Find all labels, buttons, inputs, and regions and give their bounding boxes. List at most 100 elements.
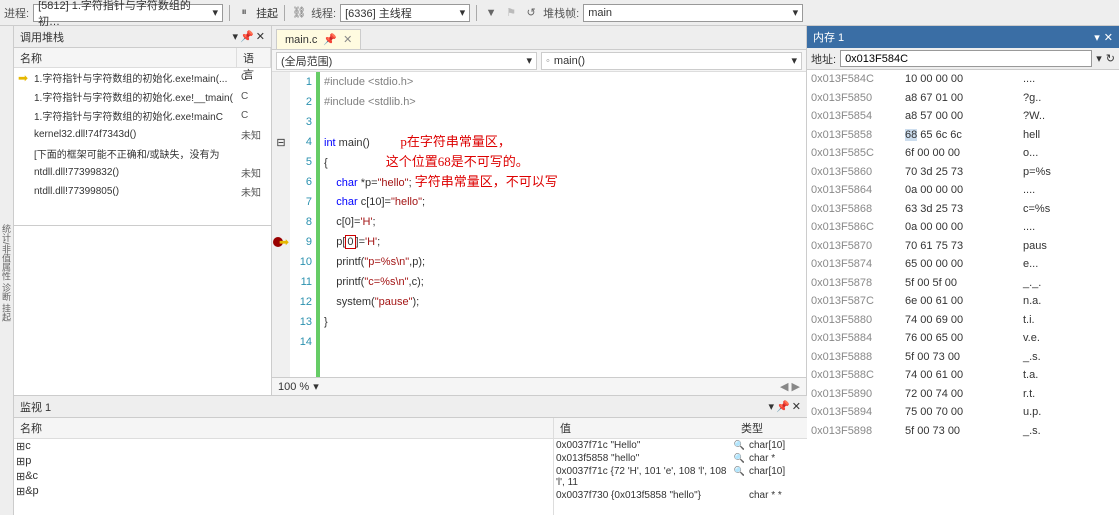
filter-icon[interactable]: ▼ xyxy=(483,5,499,21)
close-icon[interactable]: ✕ xyxy=(256,30,265,43)
thread-label: 线程: xyxy=(311,5,336,21)
memory-row[interactable]: 0x013F586070 3d 25 73p=%s xyxy=(807,163,1119,182)
code-line[interactable]: c[0]='H'; xyxy=(324,212,806,232)
code-line[interactable]: char *p="hello"; 字符串常量区，不可以写 xyxy=(324,172,806,192)
gutter-mark[interactable] xyxy=(272,252,290,272)
gutter-mark[interactable] xyxy=(272,272,290,292)
loop-icon[interactable]: ↺ xyxy=(523,5,539,21)
memory-row[interactable]: 0x013F587465 00 00 00e... xyxy=(807,255,1119,274)
col-name[interactable]: 名称 xyxy=(14,48,237,67)
watch-row[interactable]: ⊞&p xyxy=(14,484,553,499)
code-line[interactable]: p[0]='H'; xyxy=(324,232,806,252)
code-line[interactable]: char c[10]="hello"; xyxy=(324,192,806,212)
code-line[interactable] xyxy=(324,332,806,352)
memory-row[interactable]: 0x013F587C6e 00 61 00n.a. xyxy=(807,292,1119,311)
zoom-dropdown-icon[interactable]: ▾ xyxy=(313,380,319,393)
scope-global-combo[interactable]: (全局范围)▾ xyxy=(276,52,537,70)
watch-value-row[interactable]: 0x0037f730 {0x013f5858 "hello"}char * * xyxy=(554,489,807,502)
col-value[interactable]: 值 xyxy=(560,420,741,436)
callstack-row[interactable]: 1.字符指针与字符数组的初始化.exe!__tmain(C xyxy=(14,87,271,106)
col-lang[interactable]: 语言 xyxy=(237,48,271,67)
gutter-mark[interactable] xyxy=(272,72,290,92)
callstack-row[interactable]: kernel32.dll!74f7343d()未知 xyxy=(14,125,271,144)
memory-row[interactable]: 0x013F588476 00 65 00v.e. xyxy=(807,329,1119,348)
dropdown-icon[interactable]: ▾ xyxy=(1096,52,1102,65)
pause-icon[interactable]: ⏸ xyxy=(236,5,252,21)
pin-icon[interactable]: 📌 xyxy=(776,400,790,413)
memory-row[interactable]: 0x013F589072 00 74 00r.t. xyxy=(807,385,1119,404)
callstack-row[interactable]: ntdll.dll!77399832()未知 xyxy=(14,163,271,182)
memory-row[interactable]: 0x013F5850a8 67 01 00?g.. xyxy=(807,89,1119,108)
memory-row[interactable]: 0x013F586C0a 00 00 00.... xyxy=(807,218,1119,237)
tab-main-c[interactable]: main.c📌✕ xyxy=(276,29,361,49)
watch-row[interactable]: ⊞&c xyxy=(14,469,553,484)
gutter-mark[interactable] xyxy=(272,292,290,312)
side-tool-strip[interactable]: 统计/非值属性 诊断 挂起 xyxy=(0,26,14,515)
memory-row[interactable]: 0x013F587070 61 75 73paus xyxy=(807,237,1119,256)
code-line[interactable]: #include <stdlib.h> xyxy=(324,92,806,112)
watch-row[interactable]: ⊞c xyxy=(14,439,553,454)
callstack-row[interactable]: 1.字符指针与字符数组的初始化.exe!mainCC xyxy=(14,106,271,125)
memory-row[interactable]: 0x013F58885f 00 73 00_.s. xyxy=(807,348,1119,367)
gutter-mark[interactable] xyxy=(272,312,290,332)
memory-row[interactable]: 0x013F58640a 00 00 00.... xyxy=(807,181,1119,200)
memory-row[interactable]: 0x013F586863 3d 25 73c=%s xyxy=(807,200,1119,219)
watch-row[interactable]: ⊞p xyxy=(14,454,553,469)
code-line[interactable]: system("pause"); xyxy=(324,292,806,312)
callstack-row[interactable]: ntdll.dll!77399805()未知 xyxy=(14,182,271,201)
gutter-mark[interactable] xyxy=(272,212,290,232)
gutter-mark[interactable] xyxy=(272,112,290,132)
dropdown-icon[interactable]: ▾ xyxy=(769,400,775,413)
flag-icon[interactable]: ⚑ xyxy=(503,5,519,21)
memory-row[interactable]: 0x013F58785f 00 5f 00_._. xyxy=(807,274,1119,293)
code-line[interactable]: } xyxy=(324,312,806,332)
code-line[interactable]: printf("c=%s\n",c); xyxy=(324,272,806,292)
gutter-mark[interactable]: ⊟ xyxy=(272,132,290,152)
address-label: 地址: xyxy=(811,51,836,67)
stackframe-combo[interactable]: main▾ xyxy=(583,4,803,22)
code-line[interactable]: int main() p在字符串常量区， xyxy=(324,132,806,152)
callstack-row[interactable]: [下面的框架可能不正确和/或缺失，没有为 xyxy=(14,144,271,163)
code-line[interactable]: printf("p=%s\n",p); xyxy=(324,252,806,272)
memory-row[interactable]: 0x013F585C6f 00 00 00o... xyxy=(807,144,1119,163)
code-line[interactable]: #include <stdio.h> xyxy=(324,72,806,92)
watch-value-row[interactable]: 0x0037f71c {72 'H', 101 'e', 108 'l', 10… xyxy=(554,465,807,489)
gutter-mark[interactable] xyxy=(272,172,290,192)
memory-row[interactable]: 0x013F5854a8 57 00 00?W.. xyxy=(807,107,1119,126)
thread-combo[interactable]: [6336] 主线程▾ xyxy=(340,4,470,22)
close-icon[interactable]: ✕ xyxy=(792,400,801,413)
process-combo[interactable]: [5812] 1.字符指针与字符数组的初…▾ xyxy=(33,4,223,22)
gutter-mark[interactable] xyxy=(272,332,290,352)
scope-func-combo[interactable]: ◦main()▾ xyxy=(541,52,802,70)
code-line[interactable] xyxy=(324,112,806,132)
pin-icon[interactable]: 📌 xyxy=(240,30,254,43)
address-input[interactable] xyxy=(840,50,1092,67)
dropdown-icon[interactable]: ▾ xyxy=(1094,31,1100,44)
pin-icon[interactable]: 📌 xyxy=(323,33,337,46)
callstack-row[interactable]: ➡1.字符指针与字符数组的初始化.exe!main(... C xyxy=(14,68,271,87)
memory-row[interactable]: 0x013F589475 00 70 00u.p. xyxy=(807,403,1119,422)
gutter-mark[interactable] xyxy=(272,192,290,212)
memory-row[interactable]: 0x013F588074 00 69 00t.i. xyxy=(807,311,1119,330)
code-line[interactable]: { 这个位置68是不可写的。 xyxy=(324,152,806,172)
memory-row[interactable]: 0x013F585868 65 6c 6chell xyxy=(807,126,1119,145)
close-icon[interactable]: ✕ xyxy=(1104,31,1113,44)
col-type[interactable]: 类型 xyxy=(741,420,801,436)
gutter-mark[interactable] xyxy=(272,92,290,112)
memory-row[interactable]: 0x013F58985f 00 73 00_.s. xyxy=(807,422,1119,441)
col-name[interactable]: 名称 xyxy=(20,420,42,436)
gutter-mark[interactable]: ➡ xyxy=(272,232,290,252)
suspend-label: 挂起 xyxy=(256,5,278,21)
memory-row[interactable]: 0x013F588C74 00 61 00t.a. xyxy=(807,366,1119,385)
zoom-level[interactable]: 100 % xyxy=(278,381,309,393)
memory-title: 内存 1 xyxy=(813,29,844,45)
code-editor[interactable]: ⊟➡ 1234567891011121314 #include <stdio.h… xyxy=(272,72,806,377)
watch-value-row[interactable]: 0x013f5858 "hello"🔍char * xyxy=(554,452,807,465)
dropdown-icon[interactable]: ▾ xyxy=(233,30,239,43)
refresh-icon[interactable]: ↻ xyxy=(1106,52,1115,65)
watch-value-row[interactable]: 0x0037f71c "Hello"🔍char[10] xyxy=(554,439,807,452)
callstack-title: 调用堆栈 xyxy=(20,29,64,45)
gutter-mark[interactable] xyxy=(272,152,290,172)
close-icon[interactable]: ✕ xyxy=(343,33,352,46)
memory-row[interactable]: 0x013F584C10 00 00 00.... xyxy=(807,70,1119,89)
